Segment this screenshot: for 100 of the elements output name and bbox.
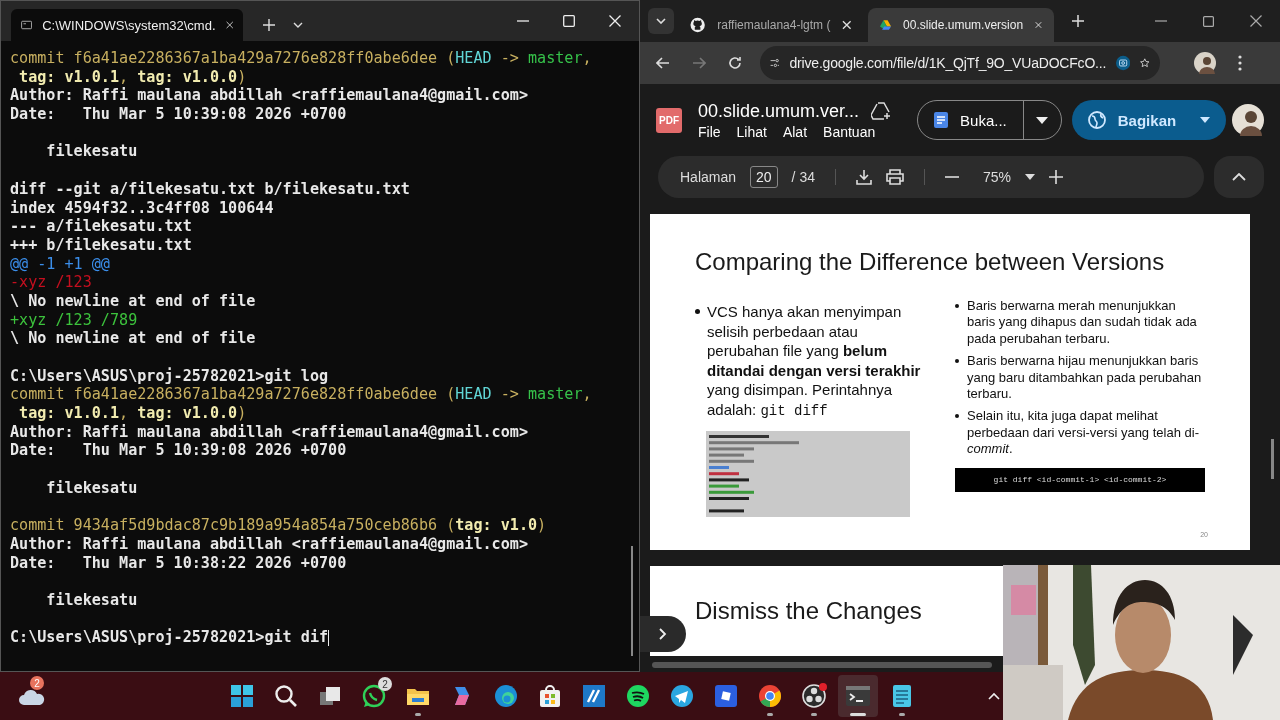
chevron-down-icon: [656, 18, 666, 24]
terminal-line: commit f6a41ae2286367a1ba429a7276e828ff0abe6dee (HEAD -> master,: [10, 385, 592, 405]
tab-title: raffiemaulana4-lgtm (: [717, 18, 831, 32]
bullet-text: VCS hanya akan menyimpan selisih perbedaan atau perubahan file yang belum ditandai dengan versi terakhir yang disimpan. Perintahnya adalah: git diff: [707, 302, 922, 421]
terminal-line: \ No newline at end of file: [10, 329, 256, 348]
bullet-icon: [695, 309, 700, 314]
terminal-line: C:\Users\ASUS\proj-25782021>git log: [10, 366, 329, 386]
caret-icon: [1036, 116, 1049, 124]
terminal-line: index 4594f32..3c4ff08 100644: [10, 198, 274, 218]
terminal-line: Date: Thu Mar 5 10:39:08 2026 +0700: [10, 105, 347, 124]
menu-item[interactable]: Lihat: [736, 123, 767, 140]
avatar-icon[interactable]: [1194, 52, 1216, 74]
terminal-line: Author: Raffi maulana abdillah <raffiemaulana4@gmail.com>: [10, 534, 528, 554]
globe-icon: [1087, 111, 1106, 129]
address-bar[interactable]: drive.google.com/file/d/1K_QjTf_9O_VUaDOCFcO...: [760, 46, 1160, 80]
ring-icon: [757, 683, 783, 709]
menu-item[interactable]: Alat: [782, 123, 808, 140]
scrollbar[interactable]: [631, 546, 633, 656]
bullet-icon: [955, 414, 959, 419]
terminal-line: \ No newline at end of file: [10, 291, 256, 311]
cat-logo-icon: [690, 17, 706, 33]
terminal-line: C:\Users\ASUS\proj-25782021>git dif: [10, 628, 329, 647]
terminal-line: tag: v1.0.1, tag: v1.0.0): [18, 404, 247, 423]
slide-title: Comparing the Difference between Versions: [695, 248, 1166, 276]
file-type-badge: PDF: [656, 107, 682, 133]
terminal-line: Author: Raffi maulana abdillah <raffiemaulana4@gmail.com>: [10, 86, 528, 106]
bullet-text: Baris berwarna hijau menunjukkan baris yang baru ditambahkan pada perubahan terbaru.: [967, 353, 1203, 403]
terminal-line: commit 9434af5d9bdac87c9b189a954a854a750ceb86b6 (tag: v1.0): [10, 516, 547, 535]
dropdown-icon[interactable]: [1025, 174, 1035, 180]
taskbar-button[interactable]: 2: [354, 675, 394, 717]
tune-icon[interactable]: [770, 56, 780, 70]
zoom-level[interactable]: 75%: [982, 169, 1011, 185]
notification-count: 2: [378, 677, 392, 691]
terminal-line: --- a/filekesatu.txt: [10, 217, 192, 236]
terminal-line: +++ b/filekesatu.txt: [10, 235, 192, 255]
bullet-icon: [955, 304, 959, 308]
dropdown-icon[interactable]: [293, 22, 303, 28]
page-total: / 34: [791, 169, 815, 185]
taskbar-button[interactable]: [838, 675, 878, 717]
shopping-bag-icon: [537, 683, 563, 709]
page-number-field[interactable]: 20: [750, 166, 778, 188]
reload-icon[interactable]: [728, 56, 742, 70]
add-shortcut-icon[interactable]: [871, 102, 892, 120]
share-button[interactable]: Bagikan: [1071, 100, 1227, 140]
tab-search-button[interactable]: [648, 8, 674, 34]
scrollbar[interactable]: [1271, 439, 1274, 479]
terminal-line: filekesatu: [45, 478, 138, 498]
slide-title: Dismiss the Changes: [695, 597, 922, 625]
chevron-right-icon: [659, 628, 667, 640]
terminal-line: diff --git a/filekesatu.txt b/filekesatu.txt: [10, 179, 410, 199]
terminal-icon: [845, 683, 871, 709]
back-icon[interactable]: [656, 57, 670, 69]
tab-title: C:\WINDOWS\system32\cmd.: [42, 17, 216, 33]
document-title: 00.slide.umum.ver...: [698, 100, 860, 122]
browser-tab[interactable]: 00.slide.umum.version: [868, 8, 1054, 42]
download-icon[interactable]: [855, 169, 872, 185]
menu-item[interactable]: File: [698, 123, 721, 140]
browser-tab[interactable]: raffiemaulana4-lgtm (: [678, 8, 864, 42]
chevron-up-icon: [1232, 173, 1246, 181]
terminal-line: -xyz /123: [10, 273, 92, 292]
terminal-line: +xyz /123 /789: [10, 310, 138, 330]
menu-item[interactable]: Bantuan: [823, 123, 876, 140]
new-tab-icon[interactable]: [263, 19, 275, 31]
close-icon[interactable]: [1250, 15, 1262, 27]
triangle-logo-icon: [880, 18, 892, 32]
avatar-icon[interactable]: [1232, 104, 1264, 136]
paper-plane-icon: [669, 683, 695, 709]
print-icon[interactable]: [885, 169, 904, 185]
url-text: drive.google.com/file/d/1K_QjTf_9O_VUaDOCFcO...: [789, 55, 1107, 71]
console-icon: [21, 18, 33, 32]
terminal-line: filekesatu: [45, 590, 138, 610]
zoom-in-icon[interactable]: [1049, 170, 1063, 184]
forward-icon[interactable]: [692, 57, 706, 69]
bullet-icon: [955, 359, 959, 364]
bullet-text: Selain itu, kita juga dapat melihat perbedaan dari versi-versi yang telah di-commit.: [967, 408, 1200, 458]
page-label: Halaman: [680, 169, 737, 185]
start-icon: [229, 683, 255, 709]
app-tile-icon: [581, 683, 607, 709]
more-icon[interactable]: [1238, 55, 1242, 71]
scrollbar[interactable]: [652, 662, 992, 668]
wave-icon: [493, 683, 519, 709]
sound-wave-icon: [625, 683, 651, 709]
aperture-icon: [801, 683, 827, 709]
command-box: git diff <id-commit-1> <id-commit-2>: [955, 467, 1205, 492]
search-icon: [273, 683, 299, 709]
terminal-line: commit f6a41ae2286367a1ba429a7276e828ff0abe6dee (HEAD -> master,: [10, 49, 592, 68]
terminal-line: Author: Raffi maulana abdillah <raffiemaulana4@gmail.com>: [10, 422, 528, 442]
text-cursor: [328, 629, 330, 646]
terminal-line: Date: Thu Mar 5 10:38:22 2026 +0700: [10, 553, 347, 573]
maximize-icon[interactable]: [1203, 15, 1214, 27]
star-icon[interactable]: [1140, 55, 1150, 71]
notification-count: 2: [30, 676, 44, 690]
chevron-up-icon[interactable]: [988, 692, 1000, 700]
expand-button[interactable]: [640, 616, 686, 652]
terminal-tab[interactable]: C:\WINDOWS\system32\cmd.: [11, 9, 243, 41]
document-icon: [934, 112, 949, 128]
bullet-text: Baris berwarna merah menunjukkan baris yang dihapus dan sudah tidak ada pada perubahan terbaru.: [967, 298, 1198, 348]
caret-icon: [1200, 117, 1211, 123]
close-icon[interactable]: [225, 19, 233, 31]
new-tab-icon[interactable]: [1072, 15, 1084, 27]
